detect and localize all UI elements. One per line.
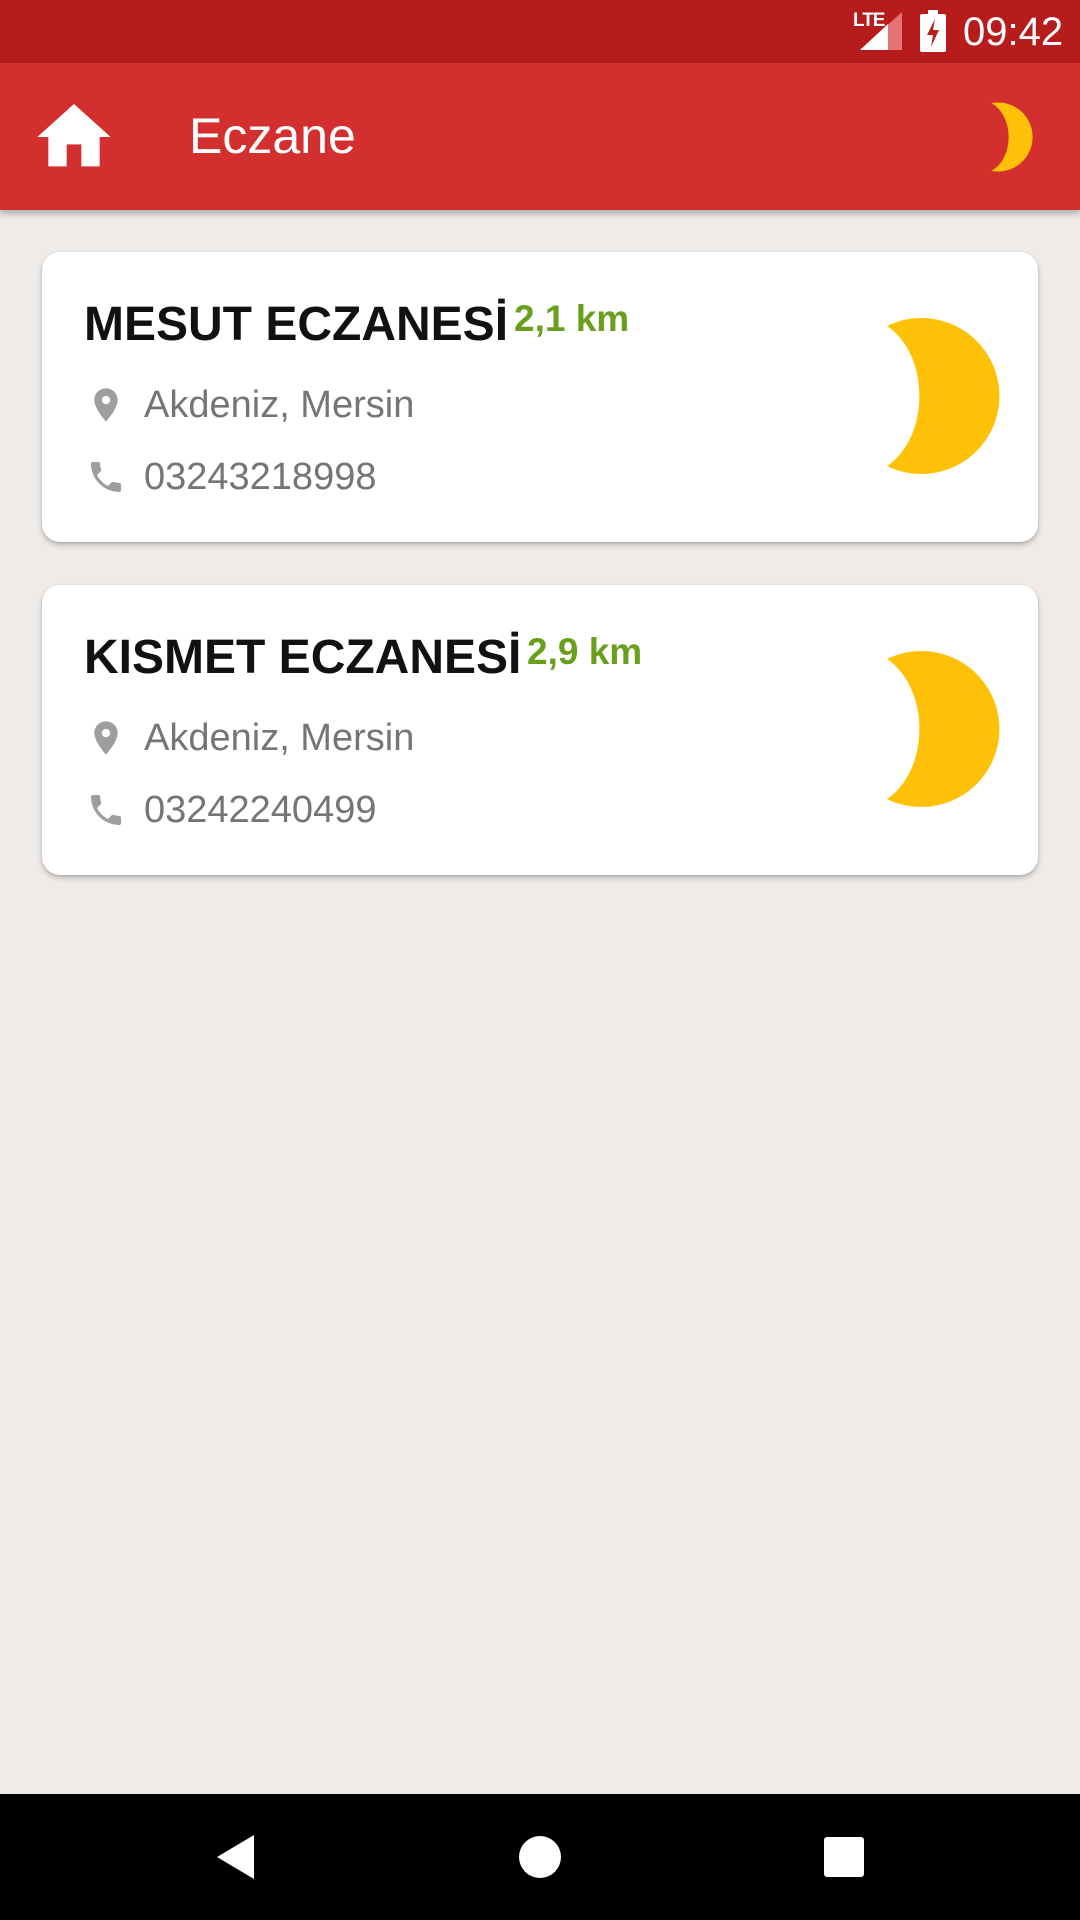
lte-signal-icon <box>860 12 902 50</box>
status-bar: LTE 09:42 <box>0 0 1080 63</box>
navigation-bar <box>0 1794 1080 1920</box>
pharmacy-distance: 2,1 km <box>514 298 630 339</box>
pharmacy-distance: 2,9 km <box>527 631 643 672</box>
page-title: Eczane <box>189 108 356 164</box>
home-icon[interactable] <box>30 93 118 181</box>
back-icon[interactable] <box>200 1822 270 1892</box>
pharmacy-name: KISMET ECZANESİ <box>84 631 522 684</box>
moon-icon <box>887 318 1000 474</box>
phone-icon <box>84 455 128 499</box>
pharmacy-location-row: Akdeniz, Mersin <box>84 377 414 433</box>
pharmacy-location: Akdeniz, Mersin <box>144 716 415 759</box>
pharmacy-phone-row[interactable]: 03243218998 <box>84 449 376 505</box>
location-pin-icon <box>84 383 128 427</box>
pharmacy-card[interactable]: MESUT ECZANESİ 2,1 km Akdeniz, Mersin 03… <box>42 252 1038 542</box>
pharmacy-card[interactable]: KISMET ECZANESİ 2,9 km Akdeniz, Mersin 0… <box>42 585 1038 875</box>
recents-icon[interactable] <box>809 1822 879 1892</box>
pharmacy-name: MESUT ECZANESİ <box>84 298 509 351</box>
pharmacy-phone[interactable]: 03242240499 <box>144 789 376 832</box>
moon-icon <box>887 651 1000 807</box>
pharmacy-phone[interactable]: 03243218998 <box>144 456 376 499</box>
status-clock: 09:42 <box>963 10 1064 54</box>
pharmacy-phone-row[interactable]: 03242240499 <box>84 782 376 838</box>
app-bar: Eczane <box>0 63 1080 210</box>
home-circle-icon[interactable] <box>505 1822 575 1892</box>
battery-charging-icon <box>920 10 946 52</box>
pharmacy-location: Akdeniz, Mersin <box>144 383 415 426</box>
pharmacy-location-row: Akdeniz, Mersin <box>84 710 414 766</box>
location-pin-icon <box>84 716 128 760</box>
moon-icon[interactable] <box>970 99 1040 175</box>
phone-icon <box>84 788 128 832</box>
